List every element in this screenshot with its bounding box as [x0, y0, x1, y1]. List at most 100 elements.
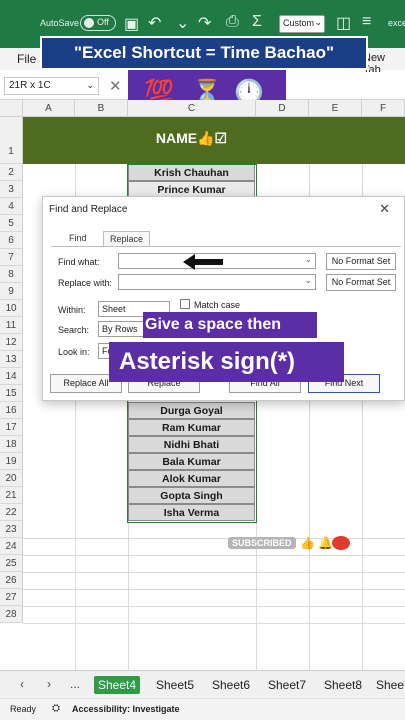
tab-panel-divider: [51, 246, 401, 247]
within-value: Sheet: [102, 304, 126, 314]
accessibility-icon: ⛭: [52, 703, 60, 714]
close-icon[interactable]: ✕: [379, 201, 390, 217]
grid-line: [23, 555, 405, 556]
name-cell[interactable]: Nidhi Bhati: [128, 436, 255, 453]
row-header[interactable]: 4: [0, 198, 23, 215]
column-header[interactable]: D: [256, 100, 309, 117]
row-header[interactable]: 25: [0, 555, 23, 572]
find-what-label: Find what:: [58, 257, 100, 267]
row-header[interactable]: 16: [0, 402, 23, 419]
name-cell[interactable]: Isha Verma: [128, 504, 255, 521]
search-label: Search:: [58, 325, 90, 335]
name-box-value: 21R x 1C: [9, 80, 51, 91]
cancel-icon[interactable]: ✕: [109, 77, 122, 95]
tab-sheet8[interactable]: Sheet8: [320, 676, 366, 694]
customize-toolbar-icon[interactable]: ≡: [362, 13, 371, 31]
row-header[interactable]: 15: [0, 385, 23, 402]
row-header[interactable]: 13: [0, 351, 23, 368]
tab-find[interactable]: Find: [63, 231, 93, 245]
select-all-corner[interactable]: [0, 100, 23, 117]
quick-print-icon[interactable]: ⎙: [226, 13, 239, 31]
accessibility-status[interactable]: Accessibility: Investigate: [72, 704, 180, 714]
name-cell[interactable]: Gopta Singh: [128, 487, 255, 504]
no-format-set-button[interactable]: No Format Set: [326, 274, 396, 291]
tab-sheet4[interactable]: Sheet4: [94, 676, 140, 694]
tab-sheet9[interactable]: Shee: [376, 676, 405, 694]
comment-bubble-icon: [332, 536, 350, 550]
view-select-value: Custom: [283, 18, 315, 28]
chevron-left-icon[interactable]: ‹: [20, 677, 24, 691]
no-format-set-button[interactable]: No Format Set: [326, 253, 396, 270]
grid-line: [23, 623, 405, 624]
replace-with-input[interactable]: ⌄: [118, 274, 316, 290]
camera-icon[interactable]: ◫: [336, 13, 351, 33]
redo-icon[interactable]: ↷: [198, 13, 211, 33]
row-header[interactable]: 28: [0, 606, 23, 623]
row-header[interactable]: 9: [0, 283, 23, 300]
autosum-icon[interactable]: Σ: [252, 13, 262, 31]
match-case-label: Match case: [194, 300, 241, 310]
grid-line: [23, 572, 405, 573]
row-header[interactable]: 3: [0, 181, 23, 198]
more-sheets-icon[interactable]: ...: [70, 677, 80, 691]
column-header[interactable]: C: [128, 100, 256, 117]
save-icon[interactable]: ▣: [124, 14, 139, 34]
sheet-tab-bar: ‹ › ... Sheet4 Sheet5 Sheet6 Sheet7 Shee…: [0, 670, 405, 698]
column-header[interactable]: F: [362, 100, 405, 117]
column-header[interactable]: B: [75, 100, 128, 117]
row-header[interactable]: 20: [0, 470, 23, 487]
row-header[interactable]: 24: [0, 538, 23, 555]
search-value: By Rows: [102, 324, 138, 334]
name-cell[interactable]: Ram Kumar: [128, 419, 255, 436]
row-header[interactable]: 14: [0, 368, 23, 385]
tab-file[interactable]: File: [17, 52, 36, 66]
row-header[interactable]: 23: [0, 521, 23, 538]
name-box[interactable]: 21R x 1C ⌄: [4, 77, 99, 95]
autosave-toggle[interactable]: Off: [80, 15, 116, 31]
row-header[interactable]: 10: [0, 300, 23, 317]
row-header[interactable]: 1: [0, 117, 23, 164]
row-header[interactable]: 18: [0, 436, 23, 453]
column-headers: A B C D E F: [0, 100, 405, 117]
tab-sheet6[interactable]: Sheet6: [208, 676, 254, 694]
row-header[interactable]: 6: [0, 232, 23, 249]
row-header[interactable]: 22: [0, 504, 23, 521]
tab-sheet5[interactable]: Sheet5: [152, 676, 198, 694]
chevron-down-icon[interactable]: ⌄: [304, 275, 312, 286]
column-header[interactable]: A: [23, 100, 75, 117]
row-header[interactable]: 11: [0, 317, 23, 334]
replace-with-label: Replace with:: [58, 278, 113, 288]
chevron-down-icon[interactable]: ⌄: [304, 254, 312, 265]
name-cell[interactable]: Krish Chauhan: [128, 164, 255, 181]
name-cell[interactable]: Alok Kumar: [128, 470, 255, 487]
view-select[interactable]: Custom ⌄: [279, 15, 325, 33]
name-cell[interactable]: Durga Goyal: [128, 402, 255, 419]
row-header[interactable]: 7: [0, 249, 23, 266]
instruction-caption-1: Give a space then: [143, 312, 317, 338]
arrow-left-icon: [183, 254, 223, 270]
row-header[interactable]: 21: [0, 487, 23, 504]
grid-line: [23, 589, 405, 590]
row-header[interactable]: 17: [0, 419, 23, 436]
undo-icon[interactable]: ↶: [148, 13, 161, 33]
dialog-title: Find and Replace: [49, 204, 128, 215]
tab-replace[interactable]: Replace: [103, 231, 151, 246]
name-column-header-cell[interactable]: NAME👍☑: [128, 130, 255, 150]
row-header[interactable]: 8: [0, 266, 23, 283]
row-header[interactable]: 27: [0, 589, 23, 606]
within-label: Within:: [58, 305, 86, 315]
look-in-label: Look in:: [58, 347, 90, 357]
undo-dropdown-icon[interactable]: ⌄: [176, 13, 189, 33]
row-header[interactable]: 26: [0, 572, 23, 589]
chevron-right-icon[interactable]: ›: [47, 677, 51, 691]
status-ready: Ready: [10, 704, 37, 714]
tab-sheet7[interactable]: Sheet7: [264, 676, 310, 694]
row-header[interactable]: 12: [0, 334, 23, 351]
title-banner: "Excel Shortcut = Time Bachao": [40, 36, 368, 70]
column-header[interactable]: E: [309, 100, 362, 117]
name-cell[interactable]: Bala Kumar: [128, 453, 255, 470]
match-case-checkbox[interactable]: [180, 299, 190, 309]
row-header[interactable]: 19: [0, 453, 23, 470]
row-header[interactable]: 5: [0, 215, 23, 232]
row-header[interactable]: 2: [0, 164, 23, 181]
